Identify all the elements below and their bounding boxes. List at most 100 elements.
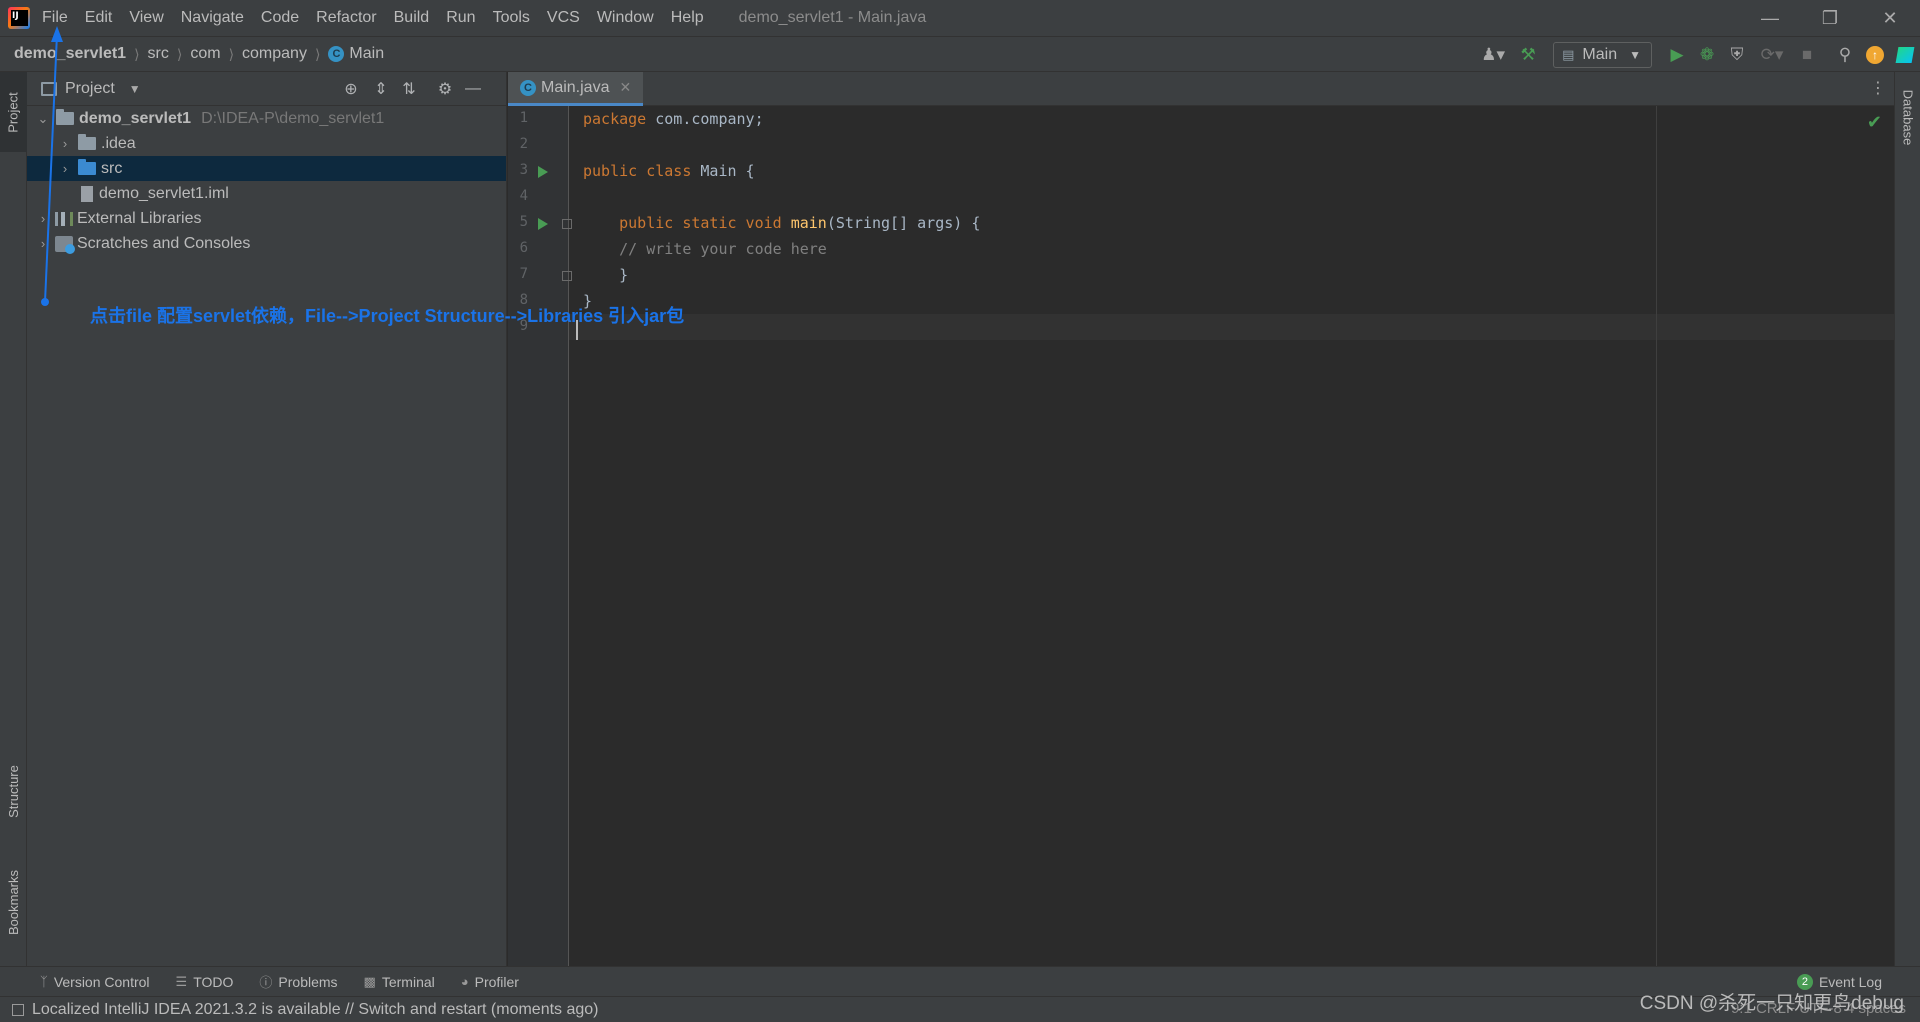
more-vertical-icon[interactable]: ⋮ [1870,78,1886,98]
tool-problems[interactable]: ⓘ Problems [259,972,337,991]
tree-item-label: External Libraries [77,209,202,227]
run-config-label: Main [1582,46,1618,63]
menu-window[interactable]: Window [597,9,654,27]
jetbrains-toolbox-icon[interactable] [1890,40,1920,70]
watermark: CSDN @杀死一只知更鸟debug [1639,993,1904,1014]
chevron-right-icon: ⟩ [134,45,140,62]
menu-tools[interactable]: Tools [493,9,530,27]
navigation-bar: demo_servlet1 ⟩ src ⟩ com ⟩ company ⟩ C … [0,36,1920,72]
left-tool-stripe: Project Structure Bookmarks [0,72,27,966]
tree-item-iml[interactable]: demo_servlet1.iml [27,181,506,206]
tree-item-external-libraries[interactable]: › External Libraries [27,206,506,231]
menu-view[interactable]: View [129,9,163,27]
debug-icon[interactable]: ❁ [1692,40,1722,70]
code-keyword: public static void [583,214,782,232]
breadcrumb-project[interactable]: demo_servlet1 [14,45,126,63]
chevron-right-icon[interactable]: › [57,161,73,176]
line-number: 6 [519,240,528,256]
menu-build[interactable]: Build [394,9,430,27]
code-text: com.company; [646,110,764,128]
tool-tab-bookmarks-label: Bookmarks [6,869,21,935]
stop-icon[interactable]: ■ [1792,40,1822,70]
locate-icon[interactable]: ⊕ [339,77,363,101]
tool-todo[interactable]: ☰ TODO [176,974,234,990]
breadcrumb-main[interactable]: Main [349,45,384,63]
fold-icon[interactable] [562,271,572,281]
run-class-icon[interactable] [538,166,548,178]
update-icon[interactable]: ↑ [1860,40,1890,70]
code-editor[interactable]: package com.company; public class Main {… [575,106,1875,966]
line-number: 3 [519,162,528,178]
branch-icon: ᛉ [40,974,48,989]
tree-item-label: Scratches and Consoles [77,234,251,252]
code-text: (String[] args) { [826,214,981,232]
breadcrumb-src[interactable]: src [148,45,169,63]
gear-icon[interactable]: ⚙ [433,77,457,101]
menu-navigate[interactable]: Navigate [181,9,244,27]
tree-item-scratches[interactable]: › Scratches and Consoles [27,231,506,256]
menu-help[interactable]: Help [671,9,704,27]
line-number: 1 [519,110,528,126]
tool-tab-structure[interactable]: Structure [0,746,27,836]
close-window-button[interactable]: ✕ [1860,0,1920,36]
run-main-icon[interactable] [538,218,548,230]
chevron-down-icon[interactable]: ⌄ [35,111,51,127]
tab-main-java[interactable]: C Main.java ✕ [508,72,644,106]
tool-tab-bookmarks[interactable]: Bookmarks [0,852,27,952]
scratches-icon [55,235,75,254]
run-icon[interactable]: ▶ [1662,40,1692,70]
line-number: 4 [519,188,528,204]
menu-code[interactable]: Code [261,9,299,27]
chevron-right-icon[interactable]: › [35,211,51,226]
minimize-button[interactable]: — [1740,0,1800,36]
tree-item-idea[interactable]: › .idea [27,131,506,156]
main-toolbar: ♟▾ ⚒ ▤ Main ▼ ▶ ❁ ⛨ ⟳▾ ■ ⚲ ↑ [1473,37,1920,73]
application-icon: ▤ [1562,47,1575,62]
intellij-logo-icon[interactable] [8,7,30,29]
menu-run[interactable]: Run [446,9,475,27]
restore-button[interactable]: ❐ [1800,0,1860,36]
tool-terminal[interactable]: ▩ Terminal [364,974,435,990]
terminal-icon: ▩ [363,973,376,989]
code-text: Main { [691,162,755,180]
search-icon[interactable]: ⚲ [1830,40,1860,70]
tool-version-control[interactable]: ᛉ Version Control [40,974,150,990]
tool-tab-database[interactable]: Database [1895,72,1920,162]
line-number: 5 [519,214,528,230]
fold-icon[interactable] [562,219,572,229]
tool-label: Problems [278,973,338,990]
project-view-title[interactable]: Project [65,80,115,98]
tool-profiler[interactable]: ◕ Profiler [461,974,519,990]
java-class-icon: C [328,46,345,62]
editor-tab-bar: C Main.java ✕ ⋮ [508,72,1894,106]
tool-tab-project-label: Project [6,91,21,133]
libraries-icon [55,211,73,226]
breadcrumb-com[interactable]: com [190,45,220,63]
chevron-down-icon[interactable]: ▼ [129,82,141,96]
tool-tab-project[interactable]: Project [0,72,27,152]
run-configuration-select[interactable]: ▤ Main ▼ [1553,42,1652,68]
menu-file[interactable]: File [42,9,68,27]
close-icon[interactable]: ✕ [619,79,631,96]
source-folder-icon [78,159,96,175]
right-tool-stripe: Database [1894,72,1920,966]
inspection-ok-icon[interactable]: ✔ [1867,112,1882,133]
coverage-icon[interactable]: ⛨ [1722,40,1752,70]
menu-edit[interactable]: Edit [85,9,113,27]
collapse-all-icon[interactable]: ⇅ [397,77,421,101]
menu-vcs[interactable]: VCS [547,9,580,27]
toggle-tool-windows-icon[interactable] [12,1003,24,1016]
chevron-right-icon[interactable]: › [57,136,73,151]
chevron-right-icon[interactable]: › [35,236,51,251]
status-message[interactable]: Localized IntelliJ IDEA 2021.3.2 is avai… [32,1001,599,1019]
tree-item-project-root[interactable]: ⌄ demo_servlet1 D:\IDEA-P\demo_servlet1 [27,106,506,131]
expand-all-icon[interactable]: ⇕ [369,77,393,101]
user-icon[interactable]: ♟▾ [1473,40,1513,70]
breadcrumb-company[interactable]: company [242,45,307,63]
hide-panel-icon[interactable]: — [461,77,485,101]
profile-icon[interactable]: ⟳▾ [1752,40,1792,70]
code-line-3: public class Main { [583,158,755,184]
menu-refactor[interactable]: Refactor [316,9,376,27]
tree-item-src[interactable]: › src [27,156,506,181]
build-hammer-icon[interactable]: ⚒ [1513,40,1543,70]
